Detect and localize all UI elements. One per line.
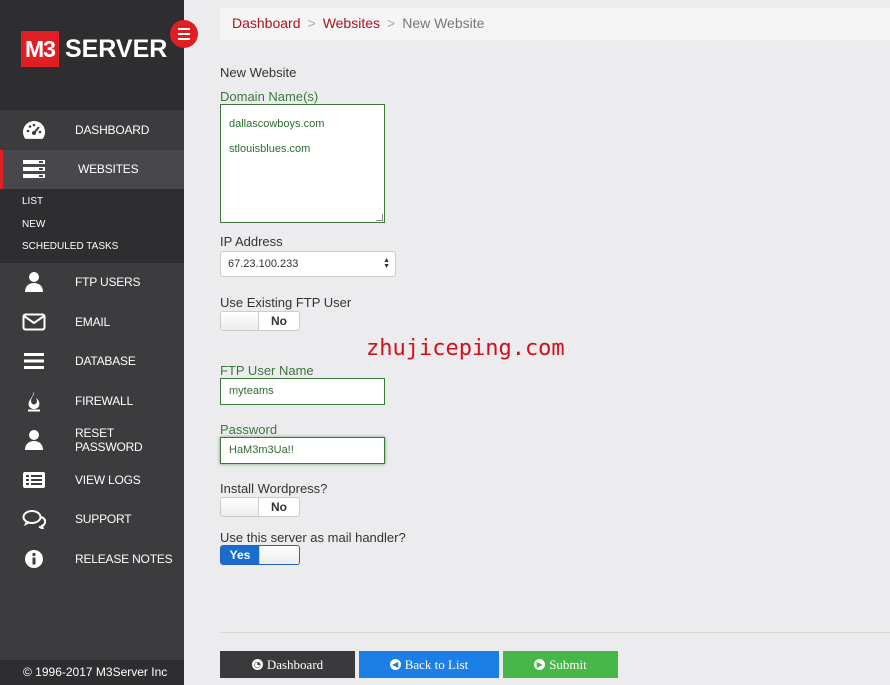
dashboard-icon: ◔ [251,659,263,670]
user-icon [22,428,46,452]
ftp-user-name-label: FTP User Name [220,363,314,378]
resize-handle-icon[interactable] [376,214,383,221]
breadcrumb-websites-link[interactable]: Websites [323,15,380,31]
breadcrumb: Dashboard > Websites > New Website [220,8,890,40]
sidebar-item-dashboard[interactable]: DASHBOARD [0,110,184,150]
existing-ftp-user-toggle[interactable]: No [220,311,300,331]
logo-mark: M3 [21,31,59,67]
ftp-user-name-input[interactable]: myteams [220,378,385,405]
sidebar-item-websites[interactable]: WEBSITES [0,149,184,189]
sidebar-item-label: RESET PASSWORD [75,426,143,455]
select-arrows-icon: ▲ ▼ [383,257,390,270]
divider [220,632,890,633]
sidebar-item-label: VIEW LOGS [75,472,141,487]
sidebar-item-label: RELEASE NOTES [75,551,173,566]
ip-address-select[interactable]: 67.23.100.233 ▲ ▼ [220,251,396,277]
sidebar-item-label: EMAIL [75,314,111,329]
server-icon [22,157,46,181]
back-to-list-button[interactable]: ◀ Back to List [359,651,499,678]
watermark: zhujiceping.com [366,336,565,361]
ip-address-label: IP Address [220,234,283,249]
submenu-item-list[interactable]: LIST [0,191,184,214]
sidebar-item-email[interactable]: EMAIL [0,302,184,342]
sidebar-item-support[interactable]: SUPPORT [0,500,184,540]
toggle-knob [259,546,299,564]
sidebar-item-label: SUPPORT [75,512,132,527]
toggle-value: No [271,314,287,328]
sidebar-item-ftp-users[interactable]: FTP USERS [0,263,184,303]
ip-address-value: 67.23.100.233 [228,258,299,270]
fire-icon [22,389,46,413]
domain-names-label: Domain Name(s) [220,89,319,104]
toggle-knob [221,498,259,516]
logo[interactable]: M3 SERVER [21,31,167,67]
domain-names-textarea[interactable]: dallascowboys.com stlouisblues.com [220,104,385,223]
sidebar-footer: © 1996-2017 M3Server Inc [0,660,184,685]
sidebar-item-view-logs[interactable]: VIEW LOGS [0,460,184,500]
existing-ftp-user-label: Use Existing FTP User [220,295,352,310]
gauge-icon [22,118,46,142]
envelope-icon [22,310,46,334]
password-label: Password [220,422,278,437]
list-icon [22,468,46,492]
sidebar-item-reset-password[interactable]: RESET PASSWORD [0,421,184,461]
breadcrumb-separator: > [387,15,396,31]
info-icon [22,547,46,571]
toggle-value: Yes [221,546,259,564]
toggle-knob [221,312,259,330]
toggle-value: No [271,500,287,514]
sidebar-item-database[interactable]: DATABASE [0,342,184,382]
button-label: Dashboard [266,656,324,672]
mail-handler-label: Use this server as mail handler? [220,530,406,545]
menu-toggle-button[interactable] [170,20,198,48]
submit-button[interactable]: ▶ Submit [503,651,618,678]
breadcrumb-dashboard-link[interactable]: Dashboard [232,15,301,31]
logo-text: SERVER [64,34,168,63]
mail-handler-toggle[interactable]: Yes [220,545,300,565]
sidebar-item-firewall[interactable]: FIREWALL [0,381,184,421]
submenu-item-new[interactable]: NEW [0,214,184,237]
domain-entry: dallascowboys.com [229,118,325,130]
breadcrumb-separator: > [307,15,316,31]
logo-area: M3 SERVER [0,0,184,110]
form-heading: New Website [220,65,297,80]
sidebar-item-label: FTP USERS [75,275,141,290]
sidebar-nav: DASHBOARD WEBSITES LIST NEW SCHEDULED TA… [0,110,184,660]
sidebar-item-label: WEBSITES [78,162,139,177]
sidebar-item-label: DATABASE [75,354,136,369]
install-wordpress-toggle[interactable]: No [220,497,300,517]
button-label: Back to List [404,656,469,672]
sidebar-item-label: FIREWALL [75,393,133,408]
button-label: Submit [549,656,587,672]
sidebar-item-label: DASHBOARD [75,122,150,137]
comments-icon [22,507,46,531]
breadcrumb-current: New Website [402,15,485,31]
arrow-left-icon: ◀ [389,659,401,670]
bars-icon [22,349,46,373]
dashboard-button[interactable]: ◔ Dashboard [220,651,355,678]
sidebar: M3 SERVER DASHBOARD WEBSITES LIST NEW SC… [0,0,198,685]
submenu-item-scheduled-tasks[interactable]: SCHEDULED TASKS [0,236,184,259]
sidebar-item-release-notes[interactable]: RELEASE NOTES [0,539,184,579]
install-wordpress-label: Install Wordpress? [220,481,328,496]
user-icon [22,270,46,294]
password-input[interactable]: HaM3m3Ua!! [220,437,385,464]
arrow-right-icon: ▶ [534,659,546,670]
domain-entry: stlouisblues.com [229,143,311,155]
websites-submenu: LIST NEW SCHEDULED TASKS [0,189,184,263]
